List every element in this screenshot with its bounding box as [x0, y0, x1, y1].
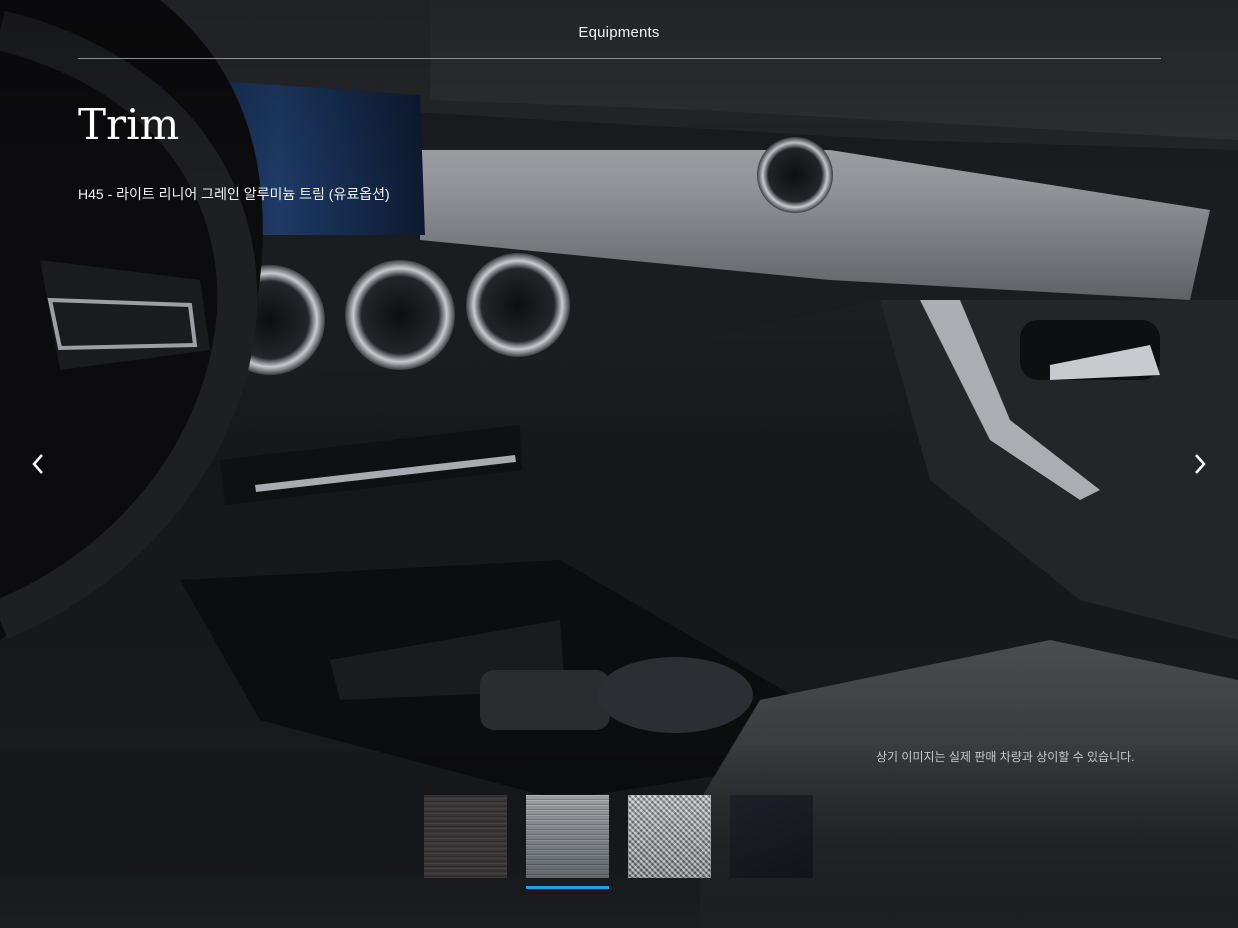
- section-heading: Trim: [78, 100, 180, 149]
- swatch-light-linear-grain-aluminium[interactable]: [526, 795, 609, 889]
- equipment-viewer: Equipments Trim H45 - 라이트 리니어 그레인 알루미늄 트…: [0, 0, 1238, 928]
- chevron-right-icon: [1195, 454, 1206, 474]
- swatch-carbon-structure-silver[interactable]: [628, 795, 711, 878]
- trim-description: H45 - 라이트 리니어 그레인 알루미늄 트림 (유료옵션): [78, 186, 390, 202]
- selected-indicator: [526, 886, 609, 889]
- prev-button[interactable]: [22, 448, 54, 480]
- chevron-left-icon: [32, 454, 43, 474]
- page-title: Equipments: [578, 24, 660, 41]
- trim-swatch-list: [424, 795, 813, 889]
- next-button[interactable]: [1184, 448, 1216, 480]
- swatch-dark-wood-grain[interactable]: [424, 795, 507, 878]
- swatch-black-piano-lacquer[interactable]: [730, 795, 813, 878]
- disclaimer-text: 상기 이미지는 실제 판매 차량과 상이할 수 있습니다.: [876, 750, 1135, 764]
- interior-image: [0, 0, 1238, 928]
- header-divider: [78, 58, 1161, 59]
